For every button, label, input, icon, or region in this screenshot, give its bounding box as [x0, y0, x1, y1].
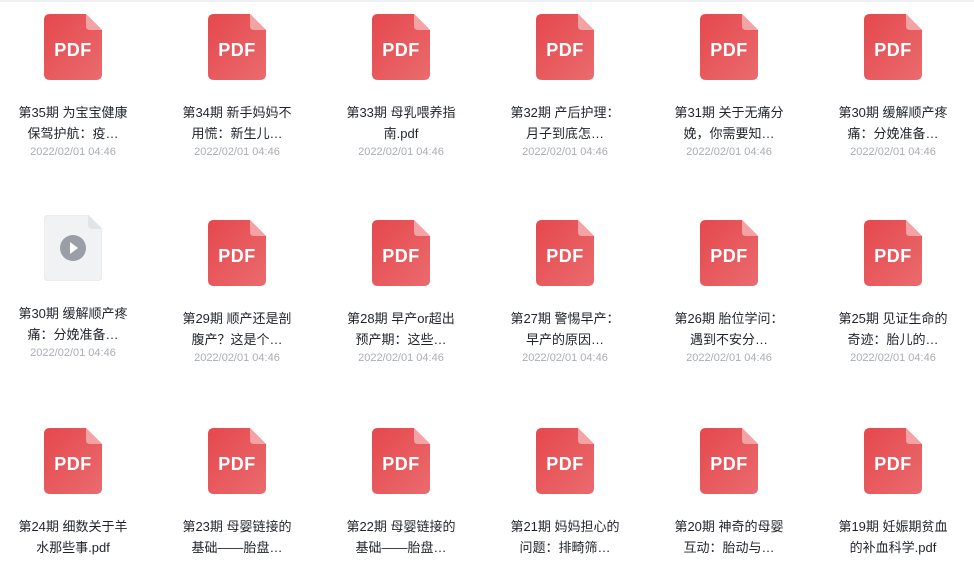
file-date: 2022/02/01 04:46 — [522, 352, 608, 364]
pdf-icon: PDF — [864, 14, 922, 80]
file-item[interactable]: PDF 第32期 产后护理：月子到底怎… 2022/02/01 04:46 — [500, 14, 630, 158]
video-play-icon — [44, 215, 102, 281]
file-date: 2022/02/01 04:46 — [194, 352, 280, 364]
pdf-label: PDF — [218, 39, 256, 60]
pdf-label: PDF — [710, 39, 748, 60]
file-item[interactable]: PDF 第35期 为宝宝健康保驾护航：疫… 2022/02/01 04:46 — [8, 14, 138, 158]
pdf-icon: PDF — [44, 14, 102, 80]
pdf-label: PDF — [874, 245, 912, 266]
pdf-label: PDF — [546, 453, 584, 474]
file-item[interactable]: PDF 第23期 母婴链接的基础——胎盘… — [172, 428, 302, 558]
file-date: 2022/02/01 04:46 — [194, 146, 280, 158]
file-item[interactable]: PDF 第25期 见证生命的奇迹：胎儿的… 2022/02/01 04:46 — [828, 220, 958, 364]
pdf-icon: PDF — [208, 220, 266, 286]
file-date: 2022/02/01 04:46 — [850, 146, 936, 158]
pdf-icon: PDF — [536, 220, 594, 286]
file-item[interactable]: PDF 第31期 关于无痛分娩，你需要知… 2022/02/01 04:46 — [664, 14, 794, 158]
pdf-label: PDF — [218, 245, 256, 266]
pdf-icon: PDF — [700, 428, 758, 494]
file-date: 2022/02/01 04:46 — [522, 146, 608, 158]
file-item[interactable]: PDF 第24期 细数关于羊水那些事.pdf — [8, 428, 138, 558]
pdf-label: PDF — [382, 245, 420, 266]
pdf-label: PDF — [54, 39, 92, 60]
pdf-icon: PDF — [44, 428, 102, 494]
file-item[interactable]: PDF 第20期 神奇的母婴互动：胎动与… — [664, 428, 794, 558]
file-name: 第20期 神奇的母婴互动：胎动与… — [674, 519, 784, 555]
file-date: 2022/02/01 04:46 — [30, 347, 116, 359]
pdf-label: PDF — [546, 245, 584, 266]
file-name: 第31期 关于无痛分娩，你需要知… — [674, 105, 784, 141]
pdf-label: PDF — [54, 453, 92, 474]
pdf-icon: PDF — [864, 220, 922, 286]
file-item[interactable]: PDF 第22期 母婴链接的基础——胎盘… — [336, 428, 466, 558]
file-grid: PDF 第35期 为宝宝健康保驾护航：疫… 2022/02/01 04:46 PDF 第… — [0, 0, 974, 565]
pdf-label: PDF — [382, 39, 420, 60]
file-date: 2022/02/01 04:46 — [850, 352, 936, 364]
file-date: 2022/02/01 04:46 — [686, 146, 772, 158]
pdf-icon: PDF — [372, 14, 430, 80]
file-name: 第27期 警惕早产：早产的原因… — [510, 311, 620, 347]
file-date: 2022/02/01 04:46 — [686, 352, 772, 364]
pdf-icon: PDF — [372, 220, 430, 286]
pdf-label: PDF — [710, 245, 748, 266]
file-item[interactable]: PDF 第26期 胎位学问：遇到不安分… 2022/02/01 04:46 — [664, 220, 794, 364]
pdf-label: PDF — [218, 453, 256, 474]
file-name: 第33期 母乳喂养指南.pdf — [346, 105, 456, 141]
pdf-label: PDF — [874, 453, 912, 474]
file-name: 第30期 缓解顺产疼痛：分娩准备… — [18, 306, 128, 342]
file-item[interactable]: PDF 第33期 母乳喂养指南.pdf 2022/02/01 04:46 — [336, 14, 466, 158]
pdf-icon: PDF — [700, 220, 758, 286]
file-name: 第28期 早产or超出预产期：这些… — [347, 311, 455, 347]
file-item[interactable]: PDF 第34期 新手妈妈不用慌：新生儿… 2022/02/01 04:46 — [172, 14, 302, 158]
pdf-label: PDF — [382, 453, 420, 474]
file-name: 第32期 产后护理：月子到底怎… — [510, 105, 620, 141]
file-item[interactable]: PDF 第29期 顺产还是剖腹产？这是个… 2022/02/01 04:46 — [172, 220, 302, 364]
pdf-icon: PDF — [208, 14, 266, 80]
file-item[interactable]: 第30期 缓解顺产疼痛：分娩准备… 2022/02/01 04:46 — [8, 215, 138, 359]
file-name: 第35期 为宝宝健康保驾护航：疫… — [18, 105, 128, 141]
pdf-icon: PDF — [864, 428, 922, 494]
file-name: 第29期 顺产还是剖腹产？这是个… — [182, 311, 292, 347]
file-date: 2022/02/01 04:46 — [358, 146, 444, 158]
file-date: 2022/02/01 04:46 — [30, 146, 116, 158]
file-name: 第30期 缓解顺产疼痛：分娩准备… — [838, 105, 948, 141]
pdf-label: PDF — [710, 453, 748, 474]
file-item[interactable]: PDF 第30期 缓解顺产疼痛：分娩准备… 2022/02/01 04:46 — [828, 14, 958, 158]
pdf-icon: PDF — [208, 428, 266, 494]
file-name: 第23期 母婴链接的基础——胎盘… — [182, 519, 292, 555]
file-date: 2022/02/01 04:46 — [358, 352, 444, 364]
file-name: 第24期 细数关于羊水那些事.pdf — [18, 519, 128, 555]
file-item[interactable]: PDF 第28期 早产or超出预产期：这些… 2022/02/01 04:46 — [336, 220, 466, 364]
file-name: 第22期 母婴链接的基础——胎盘… — [346, 519, 456, 555]
pdf-label: PDF — [874, 39, 912, 60]
file-name: 第25期 见证生命的奇迹：胎儿的… — [838, 311, 948, 347]
pdf-icon: PDF — [700, 14, 758, 80]
pdf-icon: PDF — [536, 14, 594, 80]
pdf-label: PDF — [546, 39, 584, 60]
file-item[interactable]: PDF 第27期 警惕早产：早产的原因… 2022/02/01 04:46 — [500, 220, 630, 364]
file-name: 第26期 胎位学问：遇到不安分… — [674, 311, 784, 347]
file-item[interactable]: PDF 第19期 妊娠期贫血的补血科学.pdf — [828, 428, 958, 558]
file-name: 第21期 妈妈担心的问题：排畸筛… — [510, 519, 620, 555]
pdf-icon: PDF — [372, 428, 430, 494]
file-item[interactable]: PDF 第21期 妈妈担心的问题：排畸筛… — [500, 428, 630, 558]
file-name: 第19期 妊娠期贫血的补血科学.pdf — [838, 519, 948, 555]
file-name: 第34期 新手妈妈不用慌：新生儿… — [182, 105, 292, 141]
pdf-icon: PDF — [536, 428, 594, 494]
